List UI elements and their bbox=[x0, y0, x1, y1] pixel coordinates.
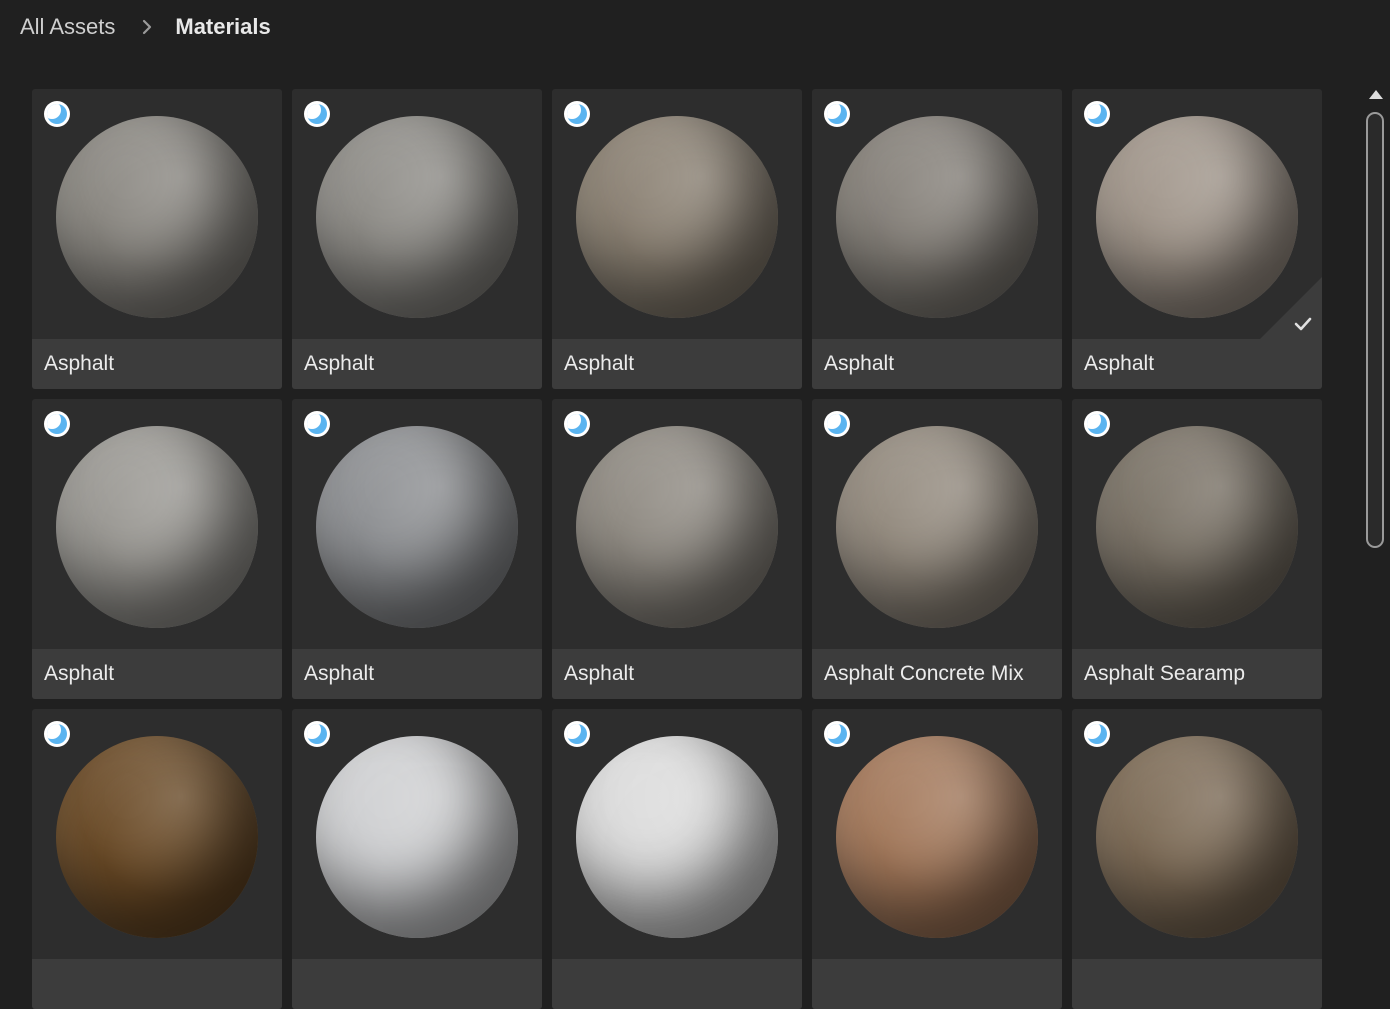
asset-card[interactable]: Asphalt Searamp bbox=[1072, 399, 1322, 699]
asset-thumbnail bbox=[292, 709, 542, 959]
asset-label-bar: Asphalt bbox=[552, 339, 802, 389]
material-sphere-preview bbox=[316, 426, 518, 628]
asset-label: Asphalt Searamp bbox=[1084, 662, 1246, 685]
material-sphere-preview bbox=[1096, 426, 1298, 628]
asset-card[interactable] bbox=[32, 709, 282, 1009]
asset-thumbnail bbox=[812, 399, 1062, 649]
material-sphere-preview bbox=[576, 116, 778, 318]
asset-thumbnail bbox=[812, 709, 1062, 959]
asset-label: Asphalt bbox=[304, 352, 375, 375]
asset-label-bar bbox=[292, 959, 542, 1009]
asset-card[interactable]: Asphalt bbox=[812, 89, 1062, 389]
material-sphere-preview bbox=[56, 736, 258, 938]
breadcrumb-all-assets[interactable]: All Assets bbox=[20, 14, 115, 40]
asset-thumbnail bbox=[552, 89, 802, 339]
asset-thumbnail bbox=[32, 709, 282, 959]
asset-label-bar: Asphalt bbox=[32, 339, 282, 389]
material-type-icon bbox=[304, 411, 330, 437]
asset-card[interactable] bbox=[292, 709, 542, 1009]
asset-label: Asphalt bbox=[1084, 352, 1155, 375]
asset-thumbnail bbox=[552, 709, 802, 959]
asset-card[interactable]: Asphalt bbox=[552, 399, 802, 699]
asset-thumbnail bbox=[1072, 399, 1322, 649]
material-sphere-preview bbox=[836, 116, 1038, 318]
asset-label-bar: Asphalt bbox=[812, 339, 1062, 389]
asset-card[interactable]: Asphalt Concrete Mix bbox=[812, 399, 1062, 699]
asset-label-bar bbox=[1072, 959, 1322, 1009]
asset-label-bar bbox=[552, 959, 802, 1009]
scroll-up-arrow-icon[interactable] bbox=[1369, 90, 1383, 99]
breadcrumb: All Assets Materials bbox=[20, 12, 271, 42]
asset-label-bar: Asphalt bbox=[292, 339, 542, 389]
material-sphere-preview bbox=[836, 426, 1038, 628]
asset-label-bar bbox=[812, 959, 1062, 1009]
asset-label: Asphalt bbox=[824, 352, 895, 375]
chevron-right-icon bbox=[141, 19, 153, 35]
asset-label: Asphalt Concrete Mix bbox=[824, 662, 1024, 685]
scroll-thumb[interactable] bbox=[1366, 112, 1384, 548]
asset-card[interactable]: Asphalt bbox=[292, 89, 542, 389]
material-sphere-preview bbox=[316, 736, 518, 938]
material-sphere-preview bbox=[316, 116, 518, 318]
asset-card[interactable]: Asphalt bbox=[32, 399, 282, 699]
material-sphere-preview bbox=[56, 426, 258, 628]
material-sphere-preview bbox=[576, 426, 778, 628]
asset-card[interactable] bbox=[552, 709, 802, 1009]
asset-thumbnail bbox=[1072, 709, 1322, 959]
asset-card[interactable]: Asphalt bbox=[292, 399, 542, 699]
asset-grid: Asphalt Asphalt Asphalt Asphalt Asphalt Aspha… bbox=[32, 89, 1322, 1009]
material-type-icon bbox=[44, 721, 70, 747]
asset-label: Asphalt bbox=[44, 662, 115, 685]
asset-thumbnail bbox=[552, 399, 802, 649]
material-type-icon bbox=[824, 101, 850, 127]
material-type-icon bbox=[44, 411, 70, 437]
material-type-icon bbox=[824, 721, 850, 747]
material-type-icon bbox=[824, 411, 850, 437]
asset-card[interactable] bbox=[1072, 709, 1322, 1009]
scrollbar[interactable] bbox=[1362, 84, 1386, 810]
material-sphere-preview bbox=[836, 736, 1038, 938]
asset-label: Asphalt bbox=[564, 662, 635, 685]
asset-thumbnail bbox=[32, 399, 282, 649]
material-sphere-preview bbox=[576, 736, 778, 938]
material-type-icon bbox=[304, 721, 330, 747]
asset-card[interactable]: Asphalt bbox=[552, 89, 802, 389]
material-type-icon bbox=[1084, 411, 1110, 437]
asset-thumbnail bbox=[32, 89, 282, 339]
asset-thumbnail bbox=[292, 89, 542, 339]
asset-label: Asphalt bbox=[44, 352, 115, 375]
material-sphere-preview bbox=[56, 116, 258, 318]
checkmark-icon bbox=[1294, 317, 1312, 331]
asset-label: Asphalt bbox=[304, 662, 375, 685]
material-type-icon bbox=[44, 101, 70, 127]
asset-label-bar: Asphalt bbox=[32, 649, 282, 699]
asset-label-bar: Asphalt Concrete Mix bbox=[812, 649, 1062, 699]
material-type-icon bbox=[564, 721, 590, 747]
material-type-icon bbox=[564, 411, 590, 437]
material-sphere-preview bbox=[1096, 736, 1298, 938]
asset-label-bar: Asphalt bbox=[1072, 339, 1322, 389]
asset-card[interactable]: Asphalt bbox=[1072, 89, 1322, 389]
asset-card[interactable]: Asphalt bbox=[32, 89, 282, 389]
asset-thumbnail bbox=[812, 89, 1062, 339]
asset-label-bar: Asphalt bbox=[552, 649, 802, 699]
asset-card[interactable] bbox=[812, 709, 1062, 1009]
asset-label-bar: Asphalt Searamp bbox=[1072, 649, 1322, 699]
scroll-track[interactable] bbox=[1364, 112, 1384, 810]
material-type-icon bbox=[1084, 721, 1110, 747]
asset-label: Asphalt bbox=[564, 352, 635, 375]
asset-thumbnail bbox=[292, 399, 542, 649]
asset-label-bar bbox=[32, 959, 282, 1009]
material-type-icon bbox=[1084, 101, 1110, 127]
breadcrumb-materials: Materials bbox=[175, 14, 271, 39]
material-type-icon bbox=[304, 101, 330, 127]
asset-label-bar: Asphalt bbox=[292, 649, 542, 699]
material-type-icon bbox=[564, 101, 590, 127]
selected-corner bbox=[1260, 277, 1322, 339]
